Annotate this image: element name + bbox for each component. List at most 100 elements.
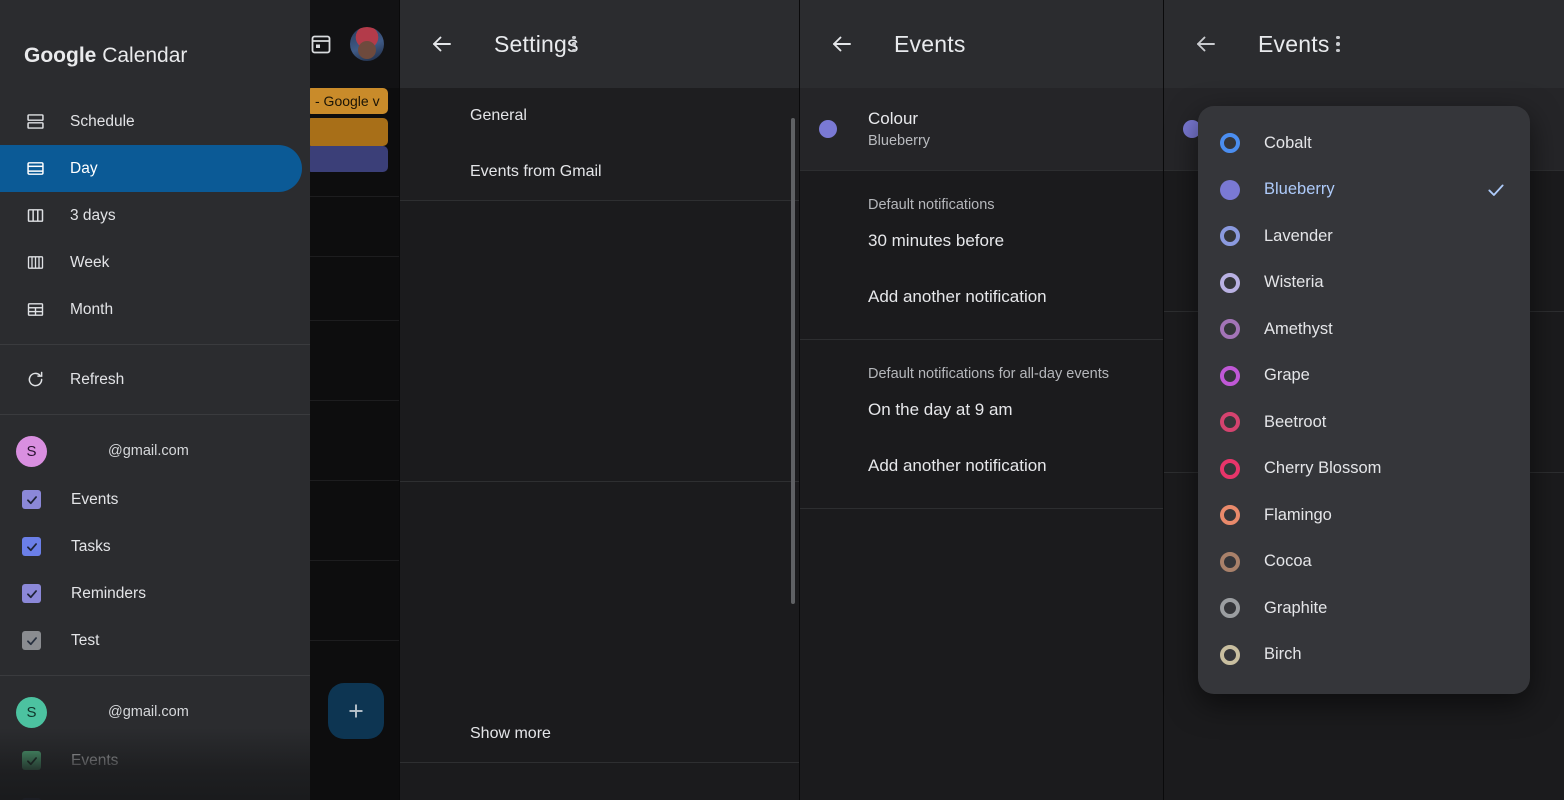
colour-label: Colour xyxy=(868,109,919,128)
calendar-toggle-reminders[interactable]: Reminders xyxy=(0,570,310,617)
sidebar-item-label: Day xyxy=(70,159,98,177)
sidebar-item-week[interactable]: Week xyxy=(0,239,310,286)
calendar-event-chip[interactable] xyxy=(306,118,388,146)
colour-swatch-ring xyxy=(1220,365,1240,386)
sidebar-item-month[interactable]: Month xyxy=(0,286,310,333)
colour-option-label: Flamingo xyxy=(1264,505,1332,524)
account-header[interactable]: S @gmail.com xyxy=(0,426,310,476)
add-allday-notification-button[interactable]: Add another notification xyxy=(800,438,1164,494)
checkbox-checked-icon[interactable] xyxy=(22,537,41,556)
settings-item-events-from-gmail[interactable]: Events from Gmail xyxy=(400,144,800,200)
settings-calendar-test[interactable]: Test xyxy=(400,425,800,481)
sidebar-scroll-fade xyxy=(0,728,310,800)
calendar-today-icon[interactable] xyxy=(308,31,334,57)
add-notification-button[interactable]: Add another notification xyxy=(800,269,1164,325)
colour-swatch-ring xyxy=(1220,133,1240,154)
calendar-label: Tasks xyxy=(71,537,111,555)
check-icon xyxy=(1486,180,1506,200)
divider xyxy=(800,508,1164,509)
sidebar-item-refresh[interactable]: Refresh xyxy=(0,356,310,403)
colour-option-cobalt[interactable]: Cobalt xyxy=(1198,120,1530,167)
notification-item[interactable]: 30 minutes before xyxy=(800,213,1164,269)
divider xyxy=(400,762,800,763)
colour-value: Blueberry xyxy=(868,133,931,149)
sidebar-item-3-days[interactable]: 3 days xyxy=(0,192,310,239)
overflow-menu-icon[interactable] xyxy=(400,0,774,88)
app-screen: - Google v Google Calendar Schedule Day … xyxy=(0,0,1564,800)
calendar-toggle-events[interactable]: Events xyxy=(0,476,310,523)
overflow-menu-icon[interactable] xyxy=(1164,0,1538,88)
divider xyxy=(0,675,310,676)
colour-swatch-ring xyxy=(1220,644,1240,665)
colour-setting-row[interactable]: Colour Blueberry xyxy=(800,88,1164,170)
colour-option-blueberry[interactable]: Blueberry xyxy=(1198,167,1530,214)
colour-option-beetroot[interactable]: Beetroot xyxy=(1198,399,1530,446)
settings-calendar-tasks[interactable]: Tasks xyxy=(400,313,800,369)
colour-option-amethyst[interactable]: Amethyst xyxy=(1198,306,1530,353)
allday-notifications-label: Default notifications for all-day events xyxy=(868,366,1109,382)
sidebar-item-label: Schedule xyxy=(70,112,135,130)
settings-calendar-tasks[interactable]: Tasks xyxy=(400,594,800,650)
calendar-event-chip[interactable] xyxy=(306,146,388,172)
calendar-event-chip[interactable]: - Google v xyxy=(306,88,388,114)
colour-swatch-ring xyxy=(1220,272,1240,293)
colour-option-grape[interactable]: Grape xyxy=(1198,353,1530,400)
brand-calendar: Calendar xyxy=(102,44,188,67)
arrow-back-icon[interactable] xyxy=(830,32,854,56)
colour-option-lavender[interactable]: Lavender xyxy=(1198,213,1530,260)
sidebar-item-label: 3 days xyxy=(70,206,116,224)
week-icon xyxy=(24,252,46,274)
calendar-toggle-test[interactable]: Test xyxy=(0,617,310,664)
settings-show-more[interactable]: Show more xyxy=(400,706,800,762)
events-header: Events xyxy=(800,0,1164,88)
colour-option-cherry-blossom[interactable]: Cherry Blossom xyxy=(1198,446,1530,493)
settings-header: Settings xyxy=(400,0,800,88)
calendar-label: Events xyxy=(71,490,119,508)
settings-scrollbar[interactable] xyxy=(791,118,795,604)
navigation-drawer: Google Calendar Schedule Day 3 days Week… xyxy=(0,0,310,800)
settings-general-section: General Events from Gmail xyxy=(400,88,800,200)
settings-calendar-reminders[interactable]: Reminders xyxy=(400,369,800,425)
calendar-toggle-tasks[interactable]: Tasks xyxy=(0,523,310,570)
colour-option-flamingo[interactable]: Flamingo xyxy=(1198,492,1530,539)
checkbox-checked-icon[interactable] xyxy=(22,584,41,603)
colour-option-label: Cocoa xyxy=(1264,552,1312,571)
account-email: @gmail.com xyxy=(108,443,189,459)
colour-option-wisteria[interactable]: Wisteria xyxy=(1198,260,1530,307)
colour-option-label: Lavender xyxy=(1264,226,1333,245)
settings-calendar-events[interactable]: Events xyxy=(400,538,800,594)
sidebar-item-label: Week xyxy=(70,253,110,271)
settings-item-general[interactable]: General xyxy=(400,88,800,144)
page-title: Events xyxy=(894,30,966,57)
colour-swatch-ring xyxy=(1220,505,1240,526)
colour-option-label: Wisteria xyxy=(1264,273,1324,292)
colour-picker-menu: Cobalt Blueberry Lavender Wisteria Ameth… xyxy=(1198,106,1530,694)
account-avatar: S xyxy=(16,435,47,467)
default-notifications-label: Default notifications xyxy=(868,197,995,213)
settings-scroll-area: General Events from Gmail @gmail.com Eve… xyxy=(400,88,800,800)
colour-swatch-ring xyxy=(1220,226,1240,247)
allday-notification-item[interactable]: On the day at 9 am xyxy=(800,382,1164,438)
events-header: Events xyxy=(1164,0,1564,88)
colour-option-cocoa[interactable]: Cocoa xyxy=(1198,539,1530,586)
settings-calendar-events[interactable]: Events xyxy=(400,257,800,313)
schedule-icon xyxy=(24,111,46,133)
add-event-fab[interactable] xyxy=(328,683,384,739)
colour-option-birch[interactable]: Birch xyxy=(1198,632,1530,679)
divider xyxy=(0,414,310,415)
brand-google: Google xyxy=(24,44,97,67)
sidebar-item-day[interactable]: Day xyxy=(0,145,302,192)
sidebar-item-schedule[interactable]: Schedule xyxy=(0,98,310,145)
checkbox-checked-icon[interactable] xyxy=(22,490,41,509)
checkbox-checked-icon[interactable] xyxy=(22,631,41,650)
day-icon xyxy=(24,158,46,180)
colour-option-label: Graphite xyxy=(1264,598,1328,617)
colour-swatch xyxy=(819,120,837,138)
settings-panel: Settings General Events from Gmail @gmai… xyxy=(400,0,800,800)
colour-option-label: Cherry Blossom xyxy=(1264,459,1382,478)
avatar[interactable] xyxy=(350,27,384,61)
settings-calendar-reminders[interactable]: Reminders xyxy=(400,650,800,706)
colour-option-graphite[interactable]: Graphite xyxy=(1198,585,1530,632)
sidebar-item-label: Month xyxy=(70,300,114,318)
colour-swatch-ring xyxy=(1220,458,1240,479)
